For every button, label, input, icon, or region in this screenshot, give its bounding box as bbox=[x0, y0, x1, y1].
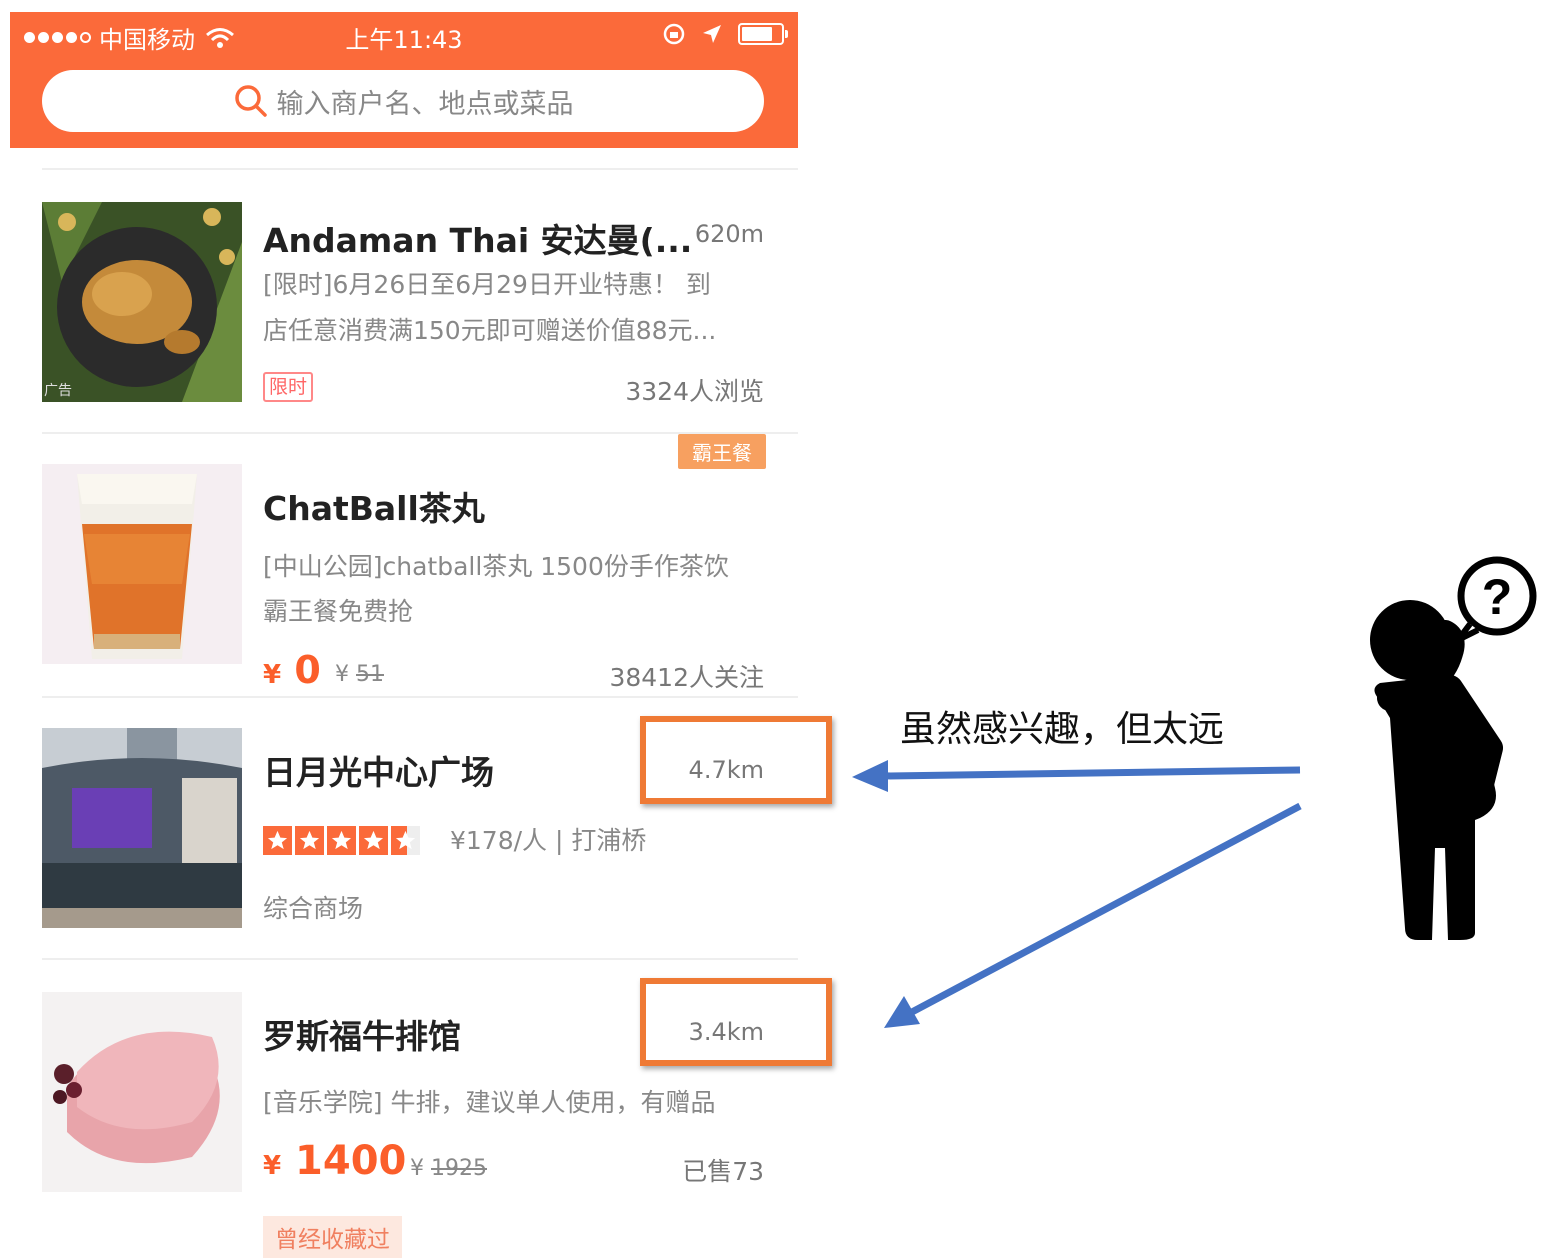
arrowhead bbox=[852, 760, 888, 792]
confused-person-icon: ? bbox=[1370, 556, 1537, 940]
arrow-to-second-distance bbox=[910, 802, 1302, 1016]
svg-text:?: ? bbox=[1482, 569, 1513, 625]
annotation-arrows bbox=[852, 760, 1302, 1028]
arrow-to-first-distance bbox=[884, 766, 1301, 780]
